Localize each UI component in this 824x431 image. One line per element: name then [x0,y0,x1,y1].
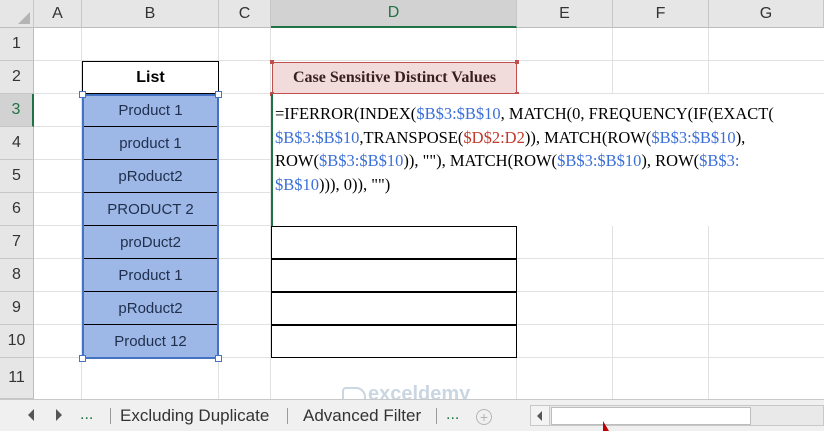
mouse-cursor-icon [603,421,609,431]
row-header-1[interactable]: 1 [0,28,34,61]
list-cell[interactable]: pRoduct2 [82,160,219,193]
formula-range-ref: $B$3: [699,151,740,170]
list-cell[interactable]: PRODUCT 2 [82,193,219,226]
row-header-3[interactable]: 3 [0,94,34,127]
column-header-f[interactable]: F [613,0,709,28]
list-cell[interactable]: pRoduct2 [82,292,219,325]
formula-result-ref: $D$2:D2 [463,127,525,147]
result-title-cell[interactable]: Case Sensitive Distinct Values [272,62,517,94]
column-header-a[interactable]: A [34,0,82,28]
formula-token: )), ""), MATCH(ROW( [403,151,558,170]
formula-range-ref: $B$3:$B$10 [275,127,360,147]
formula-range-ref: $B$3:$B$10 [319,151,404,170]
formula-text[interactable]: =IFERROR(INDEX($B$3:$B$10, MATCH(0, FREQ… [275,102,823,196]
list-header-cell[interactable]: List [82,61,219,94]
row-header-2[interactable]: 2 [0,61,34,94]
more-sheets-left[interactable]: ... [80,406,93,424]
formula-token: ), ROW( [641,151,700,170]
list-cell[interactable]: Product 12 [82,325,219,358]
formula-token: ROW( [275,151,319,170]
formula-range-ref: $B$10 [275,174,320,194]
formula-token: =IFERROR(INDEX( [275,104,417,123]
column-header-g[interactable]: G [709,0,824,28]
range-handle[interactable] [515,60,519,64]
formula-range-ref: $B$3:$B$10 [557,151,642,170]
result-cell[interactable] [271,259,517,292]
scroll-tabs-right-icon[interactable] [56,409,62,421]
row-header-9[interactable]: 9 [0,292,34,325]
list-cell[interactable]: proDuct2 [82,226,219,259]
sheet-tab-advanced-filter[interactable]: Advanced Filter [287,404,437,428]
range-handle[interactable] [215,91,222,98]
row-header-11[interactable]: 11 [0,358,34,399]
range-handle[interactable] [270,60,274,64]
formula-range-ref: $B$3:$B$10 [416,104,501,123]
row-header-6[interactable]: 6 [0,193,34,226]
horizontal-scrollbar[interactable] [530,405,824,426]
range-handle[interactable] [79,91,86,98]
formula-token: ), [735,127,746,147]
formula-token: ,TRANSPOSE( [359,127,464,147]
column-header-d[interactable]: D [271,0,517,28]
formula-token: )), MATCH(ROW( [524,127,652,147]
plus-icon: + [479,409,489,425]
tab-separator [436,408,437,424]
list-cell[interactable]: product 1 [82,127,219,160]
row-header-8[interactable]: 8 [0,259,34,292]
row-header-7[interactable]: 7 [0,226,34,259]
formula-range-ref: $B$3:$B$10 [651,127,736,147]
add-sheet-button[interactable]: + [476,409,492,425]
formula-token: , MATCH(0, FREQUENCY(IF(EXACT( [500,104,774,123]
row-header-4[interactable]: 4 [0,127,34,160]
sheet-tab-excluding-duplicate[interactable]: Excluding Duplicate [104,404,285,428]
scroll-tabs-left-icon[interactable] [28,409,34,421]
formula-token: ))), 0)), "") [319,174,391,194]
select-all-corner[interactable] [0,0,34,28]
column-header-c[interactable]: C [219,0,271,28]
more-sheets-right[interactable]: ... [446,406,459,424]
result-cell[interactable] [271,292,517,325]
result-cell[interactable] [271,325,517,358]
list-cell[interactable]: Product 1 [82,259,219,292]
range-handle[interactable] [79,355,86,362]
scroll-left-icon[interactable] [531,406,550,425]
result-cell[interactable] [271,226,517,259]
worksheet-grid[interactable]: A B C D E F G 1 2 3 4 5 6 7 8 9 10 11 Li… [0,0,824,399]
row-header-5[interactable]: 5 [0,160,34,193]
select-all-triangle-icon [18,12,30,24]
row-header-10[interactable]: 10 [0,325,34,358]
range-handle[interactable] [215,355,222,362]
list-cell[interactable]: Product 1 [82,94,219,127]
column-header-b[interactable]: B [82,0,219,28]
column-header-e[interactable]: E [517,0,613,28]
scrollbar-thumb[interactable] [551,407,751,425]
